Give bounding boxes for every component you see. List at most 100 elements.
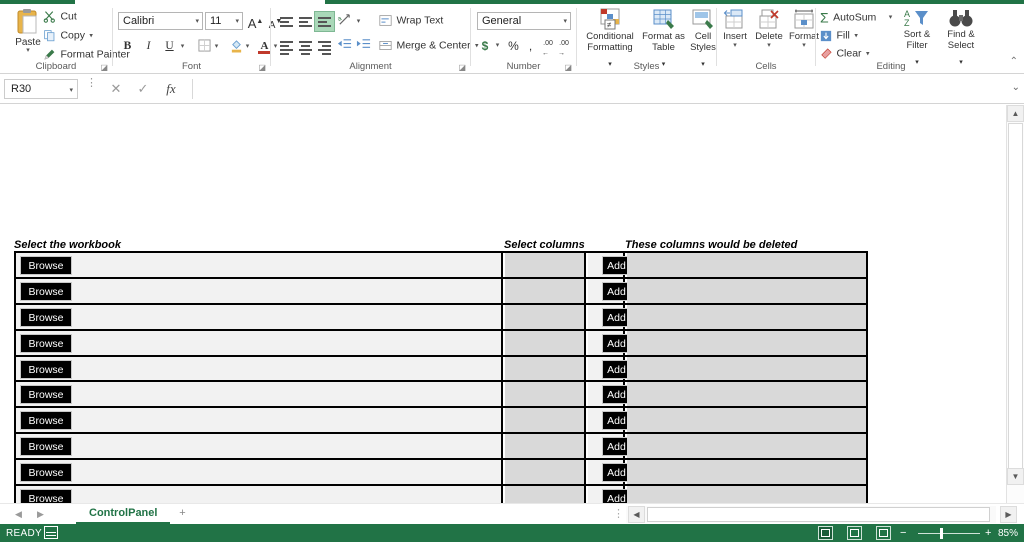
vertical-scrollbar[interactable]: ▲ ▼ bbox=[1006, 105, 1024, 503]
font-size-combo[interactable]: 11 ▾ bbox=[205, 12, 243, 30]
scroll-right-button[interactable]: ▶ bbox=[1000, 506, 1017, 523]
decrease-indent-button[interactable] bbox=[337, 37, 356, 56]
alignment-dialog-launcher[interactable]: ◪ bbox=[458, 63, 466, 72]
insert-cells-button[interactable]: Insert ▾ bbox=[719, 8, 751, 64]
chevron-down-icon[interactable]: ▾ bbox=[212, 37, 221, 56]
selected-columns-cell[interactable] bbox=[505, 460, 586, 484]
cut-button[interactable]: Cut bbox=[40, 8, 80, 25]
page-layout-view-button[interactable] bbox=[847, 526, 862, 540]
conditional-formatting-button[interactable]: ≠ Conditional Formatting▾ bbox=[580, 8, 640, 64]
scroll-up-button[interactable]: ▲ bbox=[1007, 105, 1024, 122]
align-center-button[interactable] bbox=[296, 37, 315, 56]
deleted-columns-cell[interactable] bbox=[627, 460, 866, 484]
vertical-scroll-thumb[interactable] bbox=[1008, 123, 1023, 475]
zoom-out-button[interactable]: − bbox=[900, 527, 906, 539]
font-name-combo[interactable]: Calibri ▾ bbox=[118, 12, 203, 30]
browse-button[interactable]: Browse bbox=[20, 385, 72, 404]
cell-styles-button[interactable]: Cell Styles▾ bbox=[687, 8, 719, 64]
horizontal-scroll-thumb[interactable] bbox=[647, 507, 990, 522]
selected-columns-cell[interactable] bbox=[505, 434, 586, 458]
increase-indent-button[interactable] bbox=[356, 37, 375, 56]
name-box[interactable]: R30 ▾ bbox=[4, 79, 78, 99]
align-right-button[interactable] bbox=[315, 37, 334, 56]
align-bottom-button[interactable] bbox=[315, 12, 334, 31]
copy-button[interactable]: Copy ▾ bbox=[40, 27, 96, 44]
format-as-table-button[interactable]: Format as Table▾ bbox=[641, 8, 686, 64]
bold-button[interactable]: B bbox=[118, 37, 137, 56]
collapse-ribbon-button[interactable]: ⌃ bbox=[1010, 56, 1018, 67]
deleted-columns-cell[interactable] bbox=[627, 305, 866, 329]
fill-button[interactable]: Fill ▾ bbox=[820, 27, 858, 44]
workbook-path-cell[interactable]: Browse bbox=[16, 305, 503, 329]
clipboard-dialog-launcher[interactable]: ◪ bbox=[100, 63, 108, 72]
deleted-columns-cell[interactable] bbox=[627, 408, 866, 432]
prev-sheet-button[interactable]: ◀ bbox=[10, 506, 27, 523]
selected-columns-cell[interactable] bbox=[505, 305, 586, 329]
workbook-path-cell[interactable]: Browse bbox=[16, 357, 503, 381]
align-middle-button[interactable] bbox=[296, 12, 315, 31]
page-break-view-button[interactable] bbox=[876, 526, 891, 540]
workbook-path-cell[interactable]: Browse bbox=[16, 279, 503, 303]
scroll-left-button[interactable]: ◀ bbox=[628, 506, 645, 523]
deleted-columns-cell[interactable] bbox=[627, 357, 866, 381]
browse-button[interactable]: Browse bbox=[20, 489, 72, 503]
formula-input[interactable] bbox=[192, 79, 1004, 99]
browse-button[interactable]: Browse bbox=[20, 256, 72, 275]
scroll-down-button[interactable]: ▼ bbox=[1007, 468, 1024, 485]
workbook-path-cell[interactable]: Browse bbox=[16, 434, 503, 458]
insert-function-button[interactable]: fx bbox=[160, 79, 182, 99]
deleted-columns-cell[interactable] bbox=[627, 486, 866, 503]
deleted-columns-cell[interactable] bbox=[627, 279, 866, 303]
autosum-button[interactable]: Σ AutoSum ▾ bbox=[820, 9, 892, 26]
deleted-columns-cell[interactable] bbox=[627, 331, 866, 355]
workbook-path-cell[interactable]: Browse bbox=[16, 382, 503, 406]
deleted-columns-cell[interactable] bbox=[627, 382, 866, 406]
number-dialog-launcher[interactable]: ◪ bbox=[564, 63, 572, 72]
workbook-path-cell[interactable]: Browse bbox=[16, 331, 503, 355]
grow-font-button[interactable]: A▲ bbox=[246, 12, 265, 31]
increase-decimal-button[interactable]: .00 ← bbox=[540, 37, 556, 55]
number-format-combo[interactable]: General ▾ bbox=[477, 12, 571, 30]
selected-columns-cell[interactable] bbox=[505, 331, 586, 355]
chevron-down-icon[interactable]: ▾ bbox=[243, 37, 252, 56]
zoom-slider-track[interactable] bbox=[918, 533, 980, 534]
selected-columns-cell[interactable] bbox=[505, 253, 586, 277]
comma-format-button[interactable]: , bbox=[523, 37, 538, 55]
sort-filter-button[interactable]: A Z Sort & Filter▾ bbox=[896, 8, 938, 64]
percent-format-button[interactable]: % bbox=[505, 37, 522, 55]
expand-formula-bar-button[interactable]: ⌄ bbox=[1012, 82, 1020, 93]
decrease-decimal-button[interactable]: .00 → bbox=[556, 37, 572, 55]
worksheet-grid[interactable]: Select the workbook Select columns These… bbox=[0, 105, 1006, 503]
accounting-format-button[interactable]: $ bbox=[477, 37, 493, 55]
browse-button[interactable]: Browse bbox=[20, 308, 72, 327]
add-sheet-button[interactable]: + bbox=[174, 506, 191, 523]
deleted-columns-cell[interactable] bbox=[627, 434, 866, 458]
font-dialog-launcher[interactable]: ◪ bbox=[258, 63, 266, 72]
selected-columns-cell[interactable] bbox=[505, 382, 586, 406]
browse-button[interactable]: Browse bbox=[20, 282, 72, 301]
delete-cells-button[interactable]: Delete ▾ bbox=[752, 8, 786, 64]
clear-button[interactable]: Clear ▾ bbox=[820, 45, 870, 62]
browse-button[interactable]: Browse bbox=[20, 360, 72, 379]
chevron-down-icon[interactable]: ▾ bbox=[493, 37, 502, 55]
workbook-path-cell[interactable]: Browse bbox=[16, 486, 503, 503]
deleted-columns-cell[interactable] bbox=[627, 253, 866, 277]
workbook-path-cell[interactable]: Browse bbox=[16, 460, 503, 484]
browse-button[interactable]: Browse bbox=[20, 463, 72, 482]
underline-button[interactable]: U bbox=[160, 37, 179, 56]
find-select-button[interactable]: Find & Select▾ bbox=[940, 8, 982, 64]
selected-columns-cell[interactable] bbox=[505, 408, 586, 432]
align-top-button[interactable] bbox=[277, 12, 296, 31]
normal-view-button[interactable] bbox=[818, 526, 833, 540]
selected-columns-cell[interactable] bbox=[505, 486, 586, 503]
italic-button[interactable]: I bbox=[139, 37, 158, 56]
accessibility-checker-icon[interactable] bbox=[44, 526, 58, 539]
workbook-path-cell[interactable]: Browse bbox=[16, 408, 503, 432]
tab-split-grip[interactable]: ⋮ bbox=[613, 507, 624, 520]
wrap-text-button[interactable]: Wrap Text bbox=[376, 12, 446, 29]
zoom-slider-thumb[interactable] bbox=[940, 528, 943, 539]
workbook-path-cell[interactable]: Browse bbox=[16, 253, 503, 277]
chevron-down-icon[interactable]: ▾ bbox=[178, 37, 187, 56]
browse-button[interactable]: Browse bbox=[20, 334, 72, 353]
selected-columns-cell[interactable] bbox=[505, 357, 586, 381]
